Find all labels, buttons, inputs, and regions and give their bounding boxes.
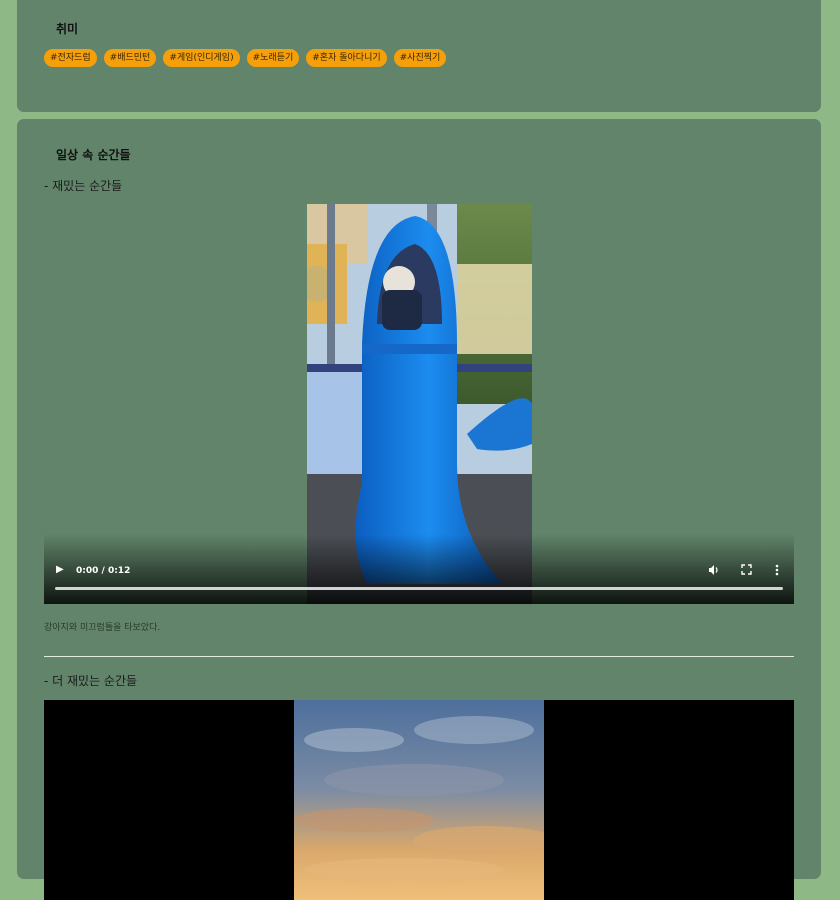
more-fun-moments-subtitle: - 더 재밌는 순간들	[44, 674, 138, 688]
fullscreen-icon[interactable]	[741, 564, 752, 578]
hobby-tag[interactable]: #노래듣기	[246, 49, 300, 67]
hobby-tag[interactable]: #전자드럼	[44, 49, 97, 67]
slide-video-player[interactable]: ▶ 0:00 / 0:12	[44, 204, 794, 604]
video-progress-bar[interactable]	[55, 587, 783, 590]
hobby-card: 취미 #전자드럼 #배드민턴 #게임(인디게임) #노래듣기 #혼자 돌아다니기…	[17, 0, 821, 112]
play-icon[interactable]: ▶	[56, 564, 64, 575]
more-vertical-icon[interactable]	[775, 564, 779, 579]
sky-video-frame	[294, 700, 554, 900]
sky-video-player[interactable]	[44, 700, 794, 900]
hobby-tag[interactable]: #게임(인디게임)	[163, 49, 240, 67]
hobby-tag[interactable]: #사진찍기	[393, 49, 447, 67]
hobby-tag[interactable]: #혼자 돌아다니기	[306, 49, 387, 67]
hobby-tag[interactable]: #배드민턴	[103, 49, 157, 67]
moments-card: 일상 속 순간들 - 재밌는 순간들 ▶ 0:00 / 0:12 강아지와 미끄…	[17, 119, 821, 900]
video-time: 0:00 / 0:12	[76, 566, 131, 576]
section-divider	[44, 656, 794, 657]
video-caption: 강아지와 미끄럼틀을 타보았다.	[44, 623, 161, 633]
hobby-title: 취미	[56, 22, 79, 36]
moments-title: 일상 속 순간들	[56, 148, 131, 162]
volume-icon[interactable]	[708, 564, 720, 579]
video-controls: ▶ 0:00 / 0:12	[44, 534, 794, 604]
fun-moments-subtitle: - 재밌는 순간들	[44, 179, 123, 193]
hobby-tag-list: #전자드럼 #배드민턴 #게임(인디게임) #노래듣기 #혼자 돌아다니기 #사…	[44, 49, 447, 67]
